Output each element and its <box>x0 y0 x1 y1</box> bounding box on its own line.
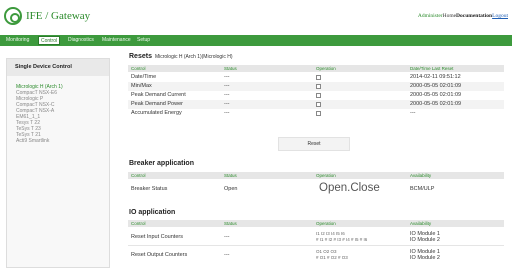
col-status: Status <box>224 173 237 178</box>
tab-maintenance[interactable]: Maintenance <box>100 36 133 45</box>
reset-minmax-checkbox[interactable] <box>316 84 321 89</box>
reset-status: --- <box>224 74 230 80</box>
resets-heading: Resets <box>129 53 152 60</box>
device-sidebar: Single Device Control Micrologic H (Arch… <box>6 58 110 268</box>
reset-peak-current-checkbox[interactable] <box>316 93 321 98</box>
header: IFE / Gateway AdministerHomeDocumentatio… <box>0 0 512 34</box>
col-control: Control <box>131 173 146 178</box>
col-status: Status <box>224 66 237 71</box>
main-nav: Monitoring Control Diagnostics Maintenan… <box>0 35 512 46</box>
io-status: --- <box>224 252 230 258</box>
io-control-label: Reset Input Counters <box>131 234 183 240</box>
breaker-title: Breaker application <box>129 160 194 167</box>
breaker-status: Open <box>224 186 238 192</box>
reset-control-label: Peak Demand Current <box>131 92 186 98</box>
io-table-header: Control Status Operation Availability <box>128 220 504 227</box>
table-row: Reset Input Counters --- I1 I2 I3 I4 I5 … <box>128 230 504 244</box>
io-availability: IO Module 2 <box>410 237 440 243</box>
tab-control[interactable]: Control <box>38 36 61 45</box>
home-link[interactable]: Home <box>443 13 456 19</box>
io-control-label: Reset Output Counters <box>131 252 188 258</box>
top-links: AdministerHomeDocumentationLogout <box>418 13 508 19</box>
table-row: Accumulated Energy --- --- <box>128 109 504 118</box>
reset-control-label: Peak Demand Power <box>131 101 183 107</box>
col-operation: Operation <box>316 221 336 226</box>
table-row: Min/Max --- 2000-05-05 02:01:09 <box>128 82 504 91</box>
sidebar-heading: Single Device Control <box>7 59 109 76</box>
resets-table-header: Control Status Operation Date/Time Last … <box>128 65 504 72</box>
reset-status: --- <box>224 101 230 107</box>
resets-title: Resets Micrologic H (Arch 1)(Micrologic H… <box>129 53 232 60</box>
col-operation: Operation <box>316 173 336 178</box>
tab-setup[interactable]: Setup <box>135 36 152 45</box>
table-row: Date/Time --- 2014-02-11 09:51:12 <box>128 73 504 82</box>
reset-status: --- <box>224 83 230 89</box>
gateway-logo-icon <box>4 7 22 25</box>
input-counter-checkboxes[interactable]: I1 I2 I3 I4 I5 I6 <box>316 231 345 237</box>
tab-diagnostics[interactable]: Diagnostics <box>66 36 96 45</box>
breaker-table-header: Control Status Operation Availability <box>128 172 504 179</box>
administer-link[interactable]: Administer <box>418 13 443 19</box>
col-operation: Operation <box>316 66 336 71</box>
col-availability: Availability <box>410 173 432 178</box>
io-title: IO application <box>129 209 176 216</box>
breaker-control-label: Breaker Status <box>131 186 168 192</box>
col-control: Control <box>131 66 146 71</box>
reset-energy-checkbox[interactable] <box>316 111 321 116</box>
tab-monitoring[interactable]: Monitoring <box>4 36 31 45</box>
reset-status: --- <box>224 92 230 98</box>
reset-control-label: Date/Time <box>131 74 157 80</box>
io-status: --- <box>224 234 230 240</box>
table-row: Peak Demand Power --- 2000-05-05 02:01:0… <box>128 100 504 109</box>
last-reset-datetime: 2000-05-05 02:01:09 <box>410 101 462 107</box>
last-reset-datetime: 2014-02-11 09:51:12 <box>410 74 461 80</box>
divider <box>128 245 504 246</box>
input-counter-values: # I1 # I2 # I3 # I4 # I5 # I6 <box>316 237 368 242</box>
reset-control-label: Accumulated Energy <box>131 110 182 116</box>
device-item[interactable]: Acti9 Smartlink <box>16 138 63 144</box>
reset-button[interactable]: Reset <box>278 137 350 151</box>
last-reset-datetime: --- <box>410 110 416 116</box>
col-control: Control <box>131 221 146 226</box>
last-reset-datetime: 2000-05-05 02:01:09 <box>410 92 462 98</box>
table-row: Breaker Status Open Open.Close BCM/ULP <box>128 181 504 198</box>
breaker-availability: BCM/ULP <box>410 186 435 192</box>
documentation-link[interactable]: Documentation <box>456 13 492 19</box>
reset-peak-power-checkbox[interactable] <box>316 102 321 107</box>
io-availability: IO Module 2 <box>410 255 440 261</box>
col-status: Status <box>224 221 237 226</box>
table-row: Reset Output Counters --- O1 O2 O3 # O1 … <box>128 248 504 262</box>
col-availability: Availability <box>410 221 432 226</box>
output-counter-checkboxes[interactable]: O1 O2 O3 <box>316 249 337 255</box>
last-reset-datetime: 2000-05-05 02:01:09 <box>410 83 462 89</box>
app-title: IFE / Gateway <box>26 10 91 22</box>
reset-status: --- <box>224 110 230 116</box>
reset-datetime-checkbox[interactable] <box>316 75 321 80</box>
device-list: Micrologic H (Arch 1) CompacT NSX-E6 Mic… <box>16 84 63 144</box>
col-last-reset: Date/Time Last Reset <box>410 66 454 71</box>
resets-device-subtitle: Micrologic H (Arch 1)(Micrologic H) <box>154 54 233 60</box>
output-counter-values: # O1 # O2 # O3 <box>316 255 348 260</box>
table-row: Peak Demand Current --- 2000-05-05 02:01… <box>128 91 504 100</box>
reset-control-label: Min/Max <box>131 83 152 89</box>
logout-link[interactable]: Logout <box>492 13 508 19</box>
open-close-control[interactable]: Open.Close <box>319 182 380 194</box>
